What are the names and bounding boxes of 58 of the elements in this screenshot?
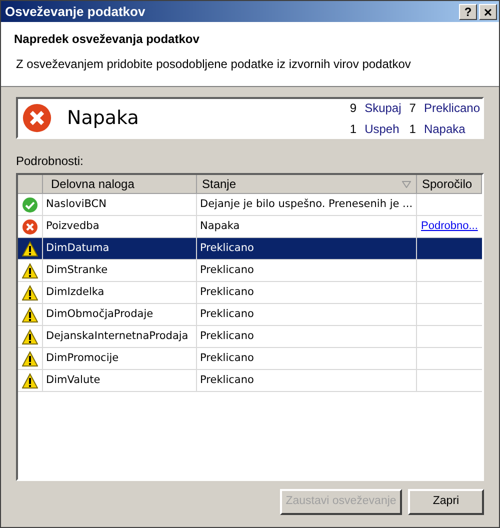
task-name: NasloviBCN	[46, 196, 106, 212]
table-row[interactable]: DejanskaInternetnaProdaja Preklicano	[18, 326, 482, 348]
details-link[interactable]: Podrobno...	[421, 218, 478, 235]
task-name: DimDatuma	[46, 240, 110, 256]
warning-icon	[22, 350, 38, 366]
table-row[interactable]: DimStranke Preklicano	[18, 260, 482, 282]
warning-icon	[22, 284, 38, 300]
task-state: Preklicano	[200, 328, 254, 344]
task-state: Preklicano	[200, 306, 254, 322]
warning-icon	[22, 240, 38, 256]
count-label: Preklicano	[424, 100, 480, 116]
table-row[interactable]: Poizvedba Napaka Podrobno...	[18, 216, 482, 238]
column-header[interactable]: Delovna naloga	[43, 175, 197, 193]
table-row[interactable]: DimValute Preklicano	[18, 370, 482, 392]
task-state: Napaka	[200, 218, 240, 234]
task-name: DimValute	[46, 372, 100, 388]
count-label: Uspeh	[364, 120, 400, 138]
header-subtitle: Z osveževanjem pridobite posodobljene podatke iz izvornih virov podatkov	[15, 56, 412, 73]
count-number: 1	[350, 120, 357, 138]
task-name: Poizvedba	[46, 218, 100, 234]
table-row[interactable]: NasloviBCN Dejanje je bilo uspešno. Prenesenih je ...	[18, 194, 482, 216]
column-header[interactable]: Stanje	[197, 175, 417, 193]
window-title: Osveževanje podatkov	[5, 2, 146, 21]
task-state: Preklicano	[200, 262, 254, 278]
count-number: 7	[409, 100, 416, 116]
count-number: 1	[409, 120, 416, 138]
task-state: Preklicano	[200, 240, 254, 256]
task-state: Preklicano	[200, 284, 254, 300]
column-header[interactable]: Sporočilo	[417, 175, 482, 193]
count-label: Skupaj	[364, 100, 402, 116]
count-number: 9	[350, 100, 357, 116]
task-state: Preklicano	[200, 350, 254, 366]
warning-icon	[22, 262, 38, 278]
table-row[interactable]: DimDatuma Preklicano	[18, 238, 482, 260]
task-state: Dejanje je bilo uspešno. Prenesenih je ...	[200, 196, 413, 212]
filter-icon[interactable]	[402, 180, 411, 188]
help-button[interactable]: ?	[459, 4, 477, 20]
task-name: DimPromocije	[46, 350, 119, 366]
header-title: Napredek osveževanja podatkov	[14, 31, 200, 48]
table-row[interactable]: DimObmočjaProdaje Preklicano	[18, 304, 482, 326]
task-state: Preklicano	[200, 372, 254, 388]
close-button[interactable]: ×	[479, 4, 497, 20]
task-name: DimStranke	[46, 262, 108, 278]
count-label: Napaka	[424, 120, 466, 138]
details-label: Podrobnosti:	[16, 153, 84, 170]
warning-icon	[22, 328, 38, 344]
close-dialog-button[interactable]: Zapri	[408, 489, 484, 515]
error-icon	[22, 103, 52, 133]
check-icon	[22, 196, 38, 212]
task-name: DimObmočjaProdaje	[46, 306, 154, 322]
table-row[interactable]: DimPromocije Preklicano	[18, 348, 482, 370]
warning-icon	[22, 372, 38, 388]
task-name: DejanskaInternetnaProdaja	[46, 328, 188, 344]
error-icon	[22, 218, 38, 234]
task-name: DimIzdelka	[46, 284, 104, 300]
status-text: Napaka	[67, 106, 140, 131]
warning-icon	[22, 306, 38, 322]
table-row[interactable]: DimIzdelka Preklicano	[18, 282, 482, 304]
